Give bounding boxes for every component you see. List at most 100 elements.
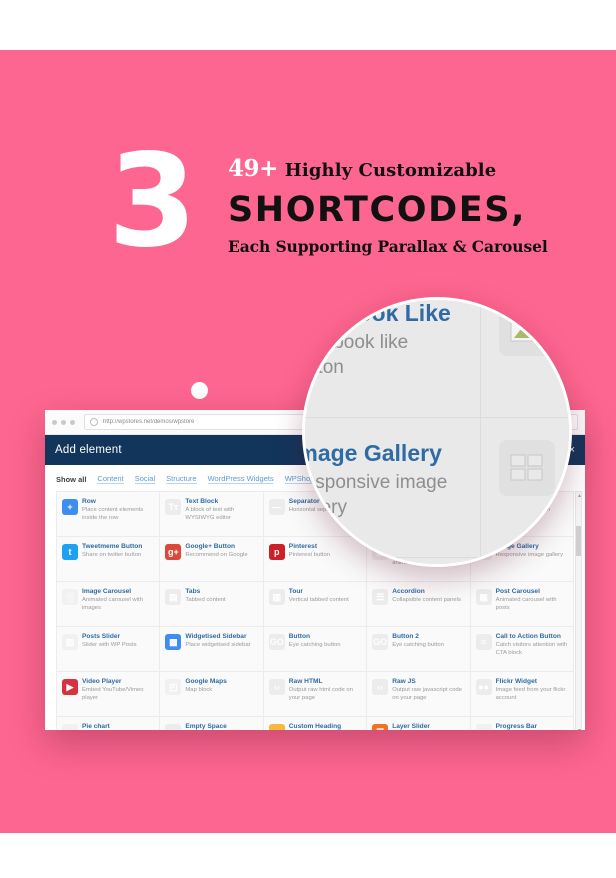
scroll-up-arrow-icon[interactable]: ▲ [577,494,582,499]
element-card-description: A block of text with WYSIWYG editor [185,507,235,522]
magnified-card-description: Responsive image gallery [302,472,448,519]
element-card[interactable]: ▒ Image Carousel Animated carousel with im… [57,582,161,627]
tabs-icon: ▤ [165,589,182,605]
map-icon: ◰ [165,679,182,695]
plus-icon: + [62,499,78,515]
element-card[interactable]: ▤ Tabs Tabbed content [160,582,264,627]
filter-tab-structure[interactable]: Structure [166,474,197,484]
element-card[interactable]: ▶ Video Player Embed YouTube/Vimeo player [57,672,161,717]
element-card[interactable]: g+ Google+ Button Recommend on Google [160,537,264,582]
element-card[interactable]: ◔ Pie chartAnimated pie chart [57,717,161,730]
magnified-element-card[interactable]: Image Gallery Responsive image gallery [302,418,481,558]
element-card-text: Google+ Button Recommend on Google [185,543,247,560]
element-card-title: Button 2 [392,633,419,640]
text-icon: Tт [165,499,182,515]
google-plus-icon: g+ [165,544,182,560]
magnified-element-card[interactable]: Posts GridPosts in grid view [481,418,569,558]
step-numeral-3: 3 [108,127,197,276]
filter-tab-show-all[interactable]: Show all [56,475,86,484]
magnified-element-card[interactable]: Single ImageSimple image with CSS animat… [481,300,569,418]
element-card-text: Button 2 Eye catching button [392,633,444,650]
sidebar-icon: ▩ [165,634,182,650]
element-card-title: Posts Slider [82,633,121,640]
hero-title: SHORTCODES, [228,190,527,230]
element-card-description: Image feed from your flickr account [495,687,566,702]
element-card[interactable]: ↕Empty SpaceAdd spacer with custom heigh… [160,717,264,730]
element-card-description: Output raw html code on your page [288,687,353,702]
window-dot-maximize-icon[interactable] [70,419,75,425]
element-card-text: Posts Slider Slider with WP Posts [82,633,137,650]
element-card[interactable]: ▬ Progress BarAnimated progress bar [470,717,574,730]
element-card[interactable]: ‹› Raw JS Output raw javascript code on yo… [367,672,471,717]
poster-stage: 3 49+ Highly Customizable SHORTCODES, Eac… [0,0,616,878]
element-card[interactable]: ◰ Google Maps Map block [160,672,264,717]
lock-icon [90,418,98,426]
filter-tab-social[interactable]: Social [134,474,156,484]
element-card-description: Place content elements inside the row [82,507,144,522]
element-card[interactable]: ‹› Raw HTML Output raw html code on your p… [263,672,368,717]
pinterest-icon: p [268,544,285,560]
magnified-element-card[interactable]: fFacebook LikeFacebook like button [305,300,481,418]
element-card-description: Share on twitter button [82,552,142,559]
element-card-title: Flickr Widget [495,678,537,685]
magnified-card-text: Facebook Like Facebook like button [305,300,462,381]
element-card[interactable]: Tт Text Block A block of text with WYSIWYG… [160,492,264,537]
element-card[interactable]: ▦ Post Carousel Animated carousel with pos… [470,582,574,627]
element-card-text: Call to Action Button Catch visitors atte… [496,633,568,658]
element-card-title: Tabs [185,588,201,595]
element-card-text: Video Player Embed YouTube/Vimeo player [82,678,154,703]
hero-headline-block: 3 49+ Highly Customizable SHORTCODES, Eac… [0,127,616,399]
window-dot-minimize-icon[interactable] [61,419,66,425]
carousel-icon: ▒ [62,589,78,605]
element-card[interactable]: ▥ Tour Vertical tabbed content [263,582,368,627]
element-card-title: Raw JS [392,678,416,685]
element-card-text: Widgetised Sidebar Place widgetised sideb… [185,633,250,650]
button2-icon: GO [372,634,389,650]
element-card[interactable]: ≡ Call to Action Button Catch visitors att… [470,627,574,672]
magnifier-lens: fFacebook LikeFacebook like buttonSingle… [302,297,572,567]
element-card-description: Embed YouTube/Vimeo player [82,687,144,702]
element-card-text: Raw JS Output raw javascript code on your… [392,678,464,703]
element-card-text: Raw HTML Output raw html code on your pag… [289,678,361,703]
accordion-icon: ☰ [372,589,389,605]
address-bar-url: http://wpstores.net/demos/wpstore [103,419,195,425]
window-dot-close-icon[interactable] [52,419,57,425]
element-card[interactable]: ●● Flickr Widget Image feed from your flic… [470,672,574,717]
filter-tab-content[interactable]: Content [97,474,124,484]
element-card-text: Progress BarAnimated progress bar [496,723,556,730]
flickr-icon: ●● [475,679,492,695]
element-card[interactable]: ▧ Posts Slider Slider with WP Posts [57,627,161,672]
element-card[interactable]: + Row Place content elements inside the ro… [57,492,161,537]
element-card-title: Image Carousel [82,588,132,595]
scroll-down-arrow-icon[interactable]: ▼ [577,729,582,731]
element-card-title: Tour [288,588,303,595]
element-card[interactable]: ☰Layer SliderPlace LayerSlider [367,717,471,730]
filter-tab-wordpress-widgets[interactable]: WordPress Widgets [207,474,274,484]
shortcode-count: 49+ [228,155,278,182]
element-card[interactable]: a Custom HeadingAdd custom heading text w… [263,717,368,730]
button-icon: GO [268,634,285,650]
spacer-icon: ↕ [165,724,182,730]
element-card-text: Row Place content elements inside the row [82,498,154,523]
element-card-text: Pie chartAnimated pie chart [82,723,131,730]
twitter-icon: t [62,544,78,560]
element-card-description: Output raw javascript code on your page [392,687,462,702]
element-card[interactable]: ▩ Widgetised Sidebar Place widgetised side… [160,627,264,672]
element-card[interactable]: GO Button 2 Eye catching button [367,627,471,672]
element-card[interactable]: ☰ Accordion Collapsible content panels [367,582,471,627]
element-card-title: Custom Heading [288,723,342,730]
tour-icon: ▥ [268,589,285,605]
element-card-title: Tweetmeme Button [82,543,143,550]
element-card-title: Pie chart [82,723,110,730]
element-card-description: Map block [185,687,213,694]
slider-icon: ▧ [62,634,78,650]
element-card[interactable]: GO Button Eye catching button [263,627,368,672]
element-card-text: Button Eye catching button [289,633,341,650]
scrollbar-thumb[interactable] [576,526,581,556]
element-card[interactable]: t Tweetmeme Button Share on twitter button [57,537,161,582]
element-card-text: Layer SliderPlace LayerSlider [392,723,438,730]
magnified-card-text: Image Gallery Responsive image gallery [302,440,462,521]
element-grid-scrollbar[interactable]: ▲ ▼ [575,491,582,730]
separator-icon: — [268,499,285,515]
element-card-description: Collapsible content panels [392,597,461,604]
